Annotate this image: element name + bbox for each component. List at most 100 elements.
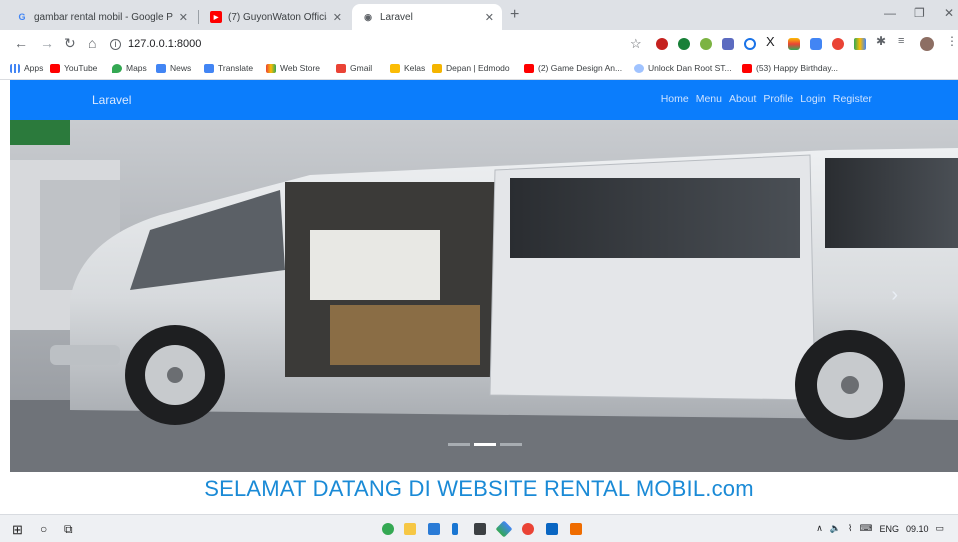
nav-menu-link[interactable]: Menu	[696, 93, 722, 105]
carousel-indicator[interactable]	[500, 443, 522, 446]
bookmark-gmail[interactable]: Gmail	[336, 63, 372, 73]
taskbar-chrome-icon[interactable]	[382, 523, 394, 535]
extension-circle-icon[interactable]	[700, 38, 712, 50]
tab-title: gambar rental mobil - Google Pe	[34, 11, 173, 23]
clock[interactable]: 09.10	[906, 524, 929, 534]
carousel-indicator[interactable]	[448, 443, 470, 446]
taskbar-app-icon[interactable]	[570, 523, 582, 535]
task-view-icon[interactable]: ⧉	[64, 522, 73, 537]
volume-icon[interactable]: 🔈	[830, 523, 841, 534]
news-icon	[156, 63, 166, 73]
translate-icon	[204, 63, 214, 73]
welcome-heading: SELAMAT DATANG DI WEBSITE RENTAL MOBIL.c…	[204, 476, 754, 501]
extension-color-icon[interactable]	[788, 38, 800, 50]
edmodo-icon	[432, 63, 442, 73]
bookmark-translate[interactable]: Translate	[204, 63, 253, 73]
taskbar-app-icon[interactable]	[452, 523, 458, 535]
new-tab-button[interactable]: +	[510, 6, 519, 24]
bookmark-unlock-root[interactable]: Unlock Dan Root ST...	[634, 63, 732, 73]
notification-icon[interactable]: ▭	[935, 523, 944, 534]
close-tab-icon[interactable]: ✕	[179, 11, 188, 24]
info-icon[interactable]: i	[110, 38, 121, 50]
google-icon: G	[18, 12, 26, 22]
close-tab-icon[interactable]: ✕	[485, 11, 494, 24]
menu-dots-icon[interactable]: ⋮	[946, 34, 958, 48]
apps-grid-icon	[10, 63, 20, 73]
bookmark-maps[interactable]: Maps	[112, 63, 147, 73]
carousel-indicator-active[interactable]	[474, 443, 496, 446]
site-navbar: Laravel Home Menu About Profile Login Re…	[10, 80, 958, 120]
bookmark-youtube[interactable]: YouTube	[50, 63, 97, 73]
extension-docs-icon[interactable]	[722, 38, 734, 50]
bookmark-happy-birthday[interactable]: (53) Happy Birthday...	[742, 63, 838, 73]
extension-stop-icon[interactable]	[832, 38, 844, 50]
address-bar[interactable]: i 127.0.0.1:8000	[110, 33, 620, 55]
avatar[interactable]	[920, 37, 934, 51]
nav-login-link[interactable]: Login	[800, 93, 826, 105]
close-tab-icon[interactable]: ✕	[333, 11, 342, 24]
taskbar-store-icon[interactable]	[428, 523, 440, 535]
restore-button[interactable]: ❐	[914, 6, 925, 20]
bookmarks-bar: Apps YouTube Maps News Translate Web Sto…	[0, 58, 958, 80]
youtube-icon: ▶	[210, 11, 222, 23]
extensions-puzzle-icon[interactable]: ✱	[876, 34, 886, 48]
bookmark-edmodo[interactable]: Depan | Edmodo	[432, 63, 510, 73]
network-icon[interactable]: ⌇	[848, 523, 852, 534]
language-indicator[interactable]: ENG	[879, 524, 899, 534]
site-nav-links: Home Menu About Profile Login Register	[661, 93, 872, 105]
tray-chevron-icon[interactable]: ∧	[816, 523, 823, 534]
reload-icon[interactable]: ↻	[64, 35, 76, 52]
bookmark-game-design[interactable]: (2) Game Design An...	[524, 63, 622, 73]
nav-home-link[interactable]: Home	[661, 93, 689, 105]
taskbar-lock-icon[interactable]	[474, 523, 486, 535]
bookmark-web-store[interactable]: Web Store	[266, 63, 320, 73]
close-window-button[interactable]: ✕	[944, 6, 954, 20]
nav-about-link[interactable]: About	[729, 93, 756, 105]
search-icon[interactable]: ○	[40, 522, 47, 536]
nav-profile-link[interactable]: Profile	[763, 93, 793, 105]
hero-carousel: ›	[10, 120, 958, 472]
extension-meet-icon[interactable]	[810, 38, 822, 50]
extension-shield-icon[interactable]	[656, 38, 668, 50]
tab-google-search[interactable]: G gambar rental mobil - Google Pe ✕	[6, 4, 196, 30]
bookmark-apps[interactable]: Apps	[10, 63, 43, 73]
nav-register-link[interactable]: Register	[833, 93, 872, 105]
youtube-icon	[742, 63, 752, 73]
tab-laravel[interactable]: ◉ Laravel ✕	[352, 4, 502, 30]
system-tray: ∧ 🔈 ⌇ ⌨ ENG 09.10 ▭	[816, 523, 944, 534]
youtube-icon	[524, 63, 534, 73]
tab-strip: G gambar rental mobil - Google Pe ✕ ▶ (7…	[0, 0, 958, 30]
web-store-icon	[266, 63, 276, 73]
taskbar-chrome-alt-icon[interactable]	[522, 523, 534, 535]
maps-pin-icon	[112, 63, 122, 73]
taskbar-diamond-icon[interactable]	[495, 520, 513, 538]
taskbar-file-explorer-icon[interactable]	[404, 523, 416, 535]
tab-title: Laravel	[380, 11, 413, 23]
extension-ring-icon[interactable]	[744, 38, 756, 50]
globe-icon: ◉	[364, 11, 372, 22]
site-brand-link[interactable]: Laravel	[92, 93, 131, 107]
taskbar-vscode-icon[interactable]	[546, 523, 558, 535]
keyboard-icon[interactable]: ⌨	[859, 523, 872, 534]
forward-arrow-icon[interactable]: →	[40, 35, 54, 51]
bookmark-news[interactable]: News	[156, 63, 191, 73]
youtube-icon	[50, 63, 60, 73]
extension-drive-icon[interactable]	[854, 38, 866, 50]
home-icon[interactable]: ⌂	[88, 35, 96, 51]
minimize-button[interactable]: —	[884, 6, 896, 20]
carousel-next-icon[interactable]: ›	[891, 284, 898, 307]
windows-start-icon[interactable]: ⊞	[12, 522, 23, 538]
tab-youtube[interactable]: ▶ (7) GuyonWaton Official - Perlah ✕	[200, 4, 350, 30]
extension-leaf-icon[interactable]	[678, 38, 690, 50]
reading-list-icon[interactable]: ≡	[898, 35, 904, 47]
back-arrow-icon[interactable]: ←	[14, 35, 28, 51]
os-taskbar: ⊞ ○ ⧉ ∧ 🔈 ⌇ ⌨ ENG 09.10 ▭	[0, 514, 958, 542]
bookmark-star-icon[interactable]: ☆	[630, 36, 642, 52]
tab-title: (7) GuyonWaton Official - Perlah	[228, 11, 327, 23]
address-text: 127.0.0.1:8000	[128, 38, 202, 50]
classroom-icon	[390, 63, 400, 73]
carousel-van-image	[10, 120, 958, 472]
browser-toolbar: ← → ↻ ⌂ i 127.0.0.1:8000 ☆ X ✱ ≡ ⋮	[0, 30, 958, 58]
bookmark-kelas[interactable]: Kelas	[390, 63, 425, 73]
extension-x-icon[interactable]: X	[766, 34, 775, 49]
